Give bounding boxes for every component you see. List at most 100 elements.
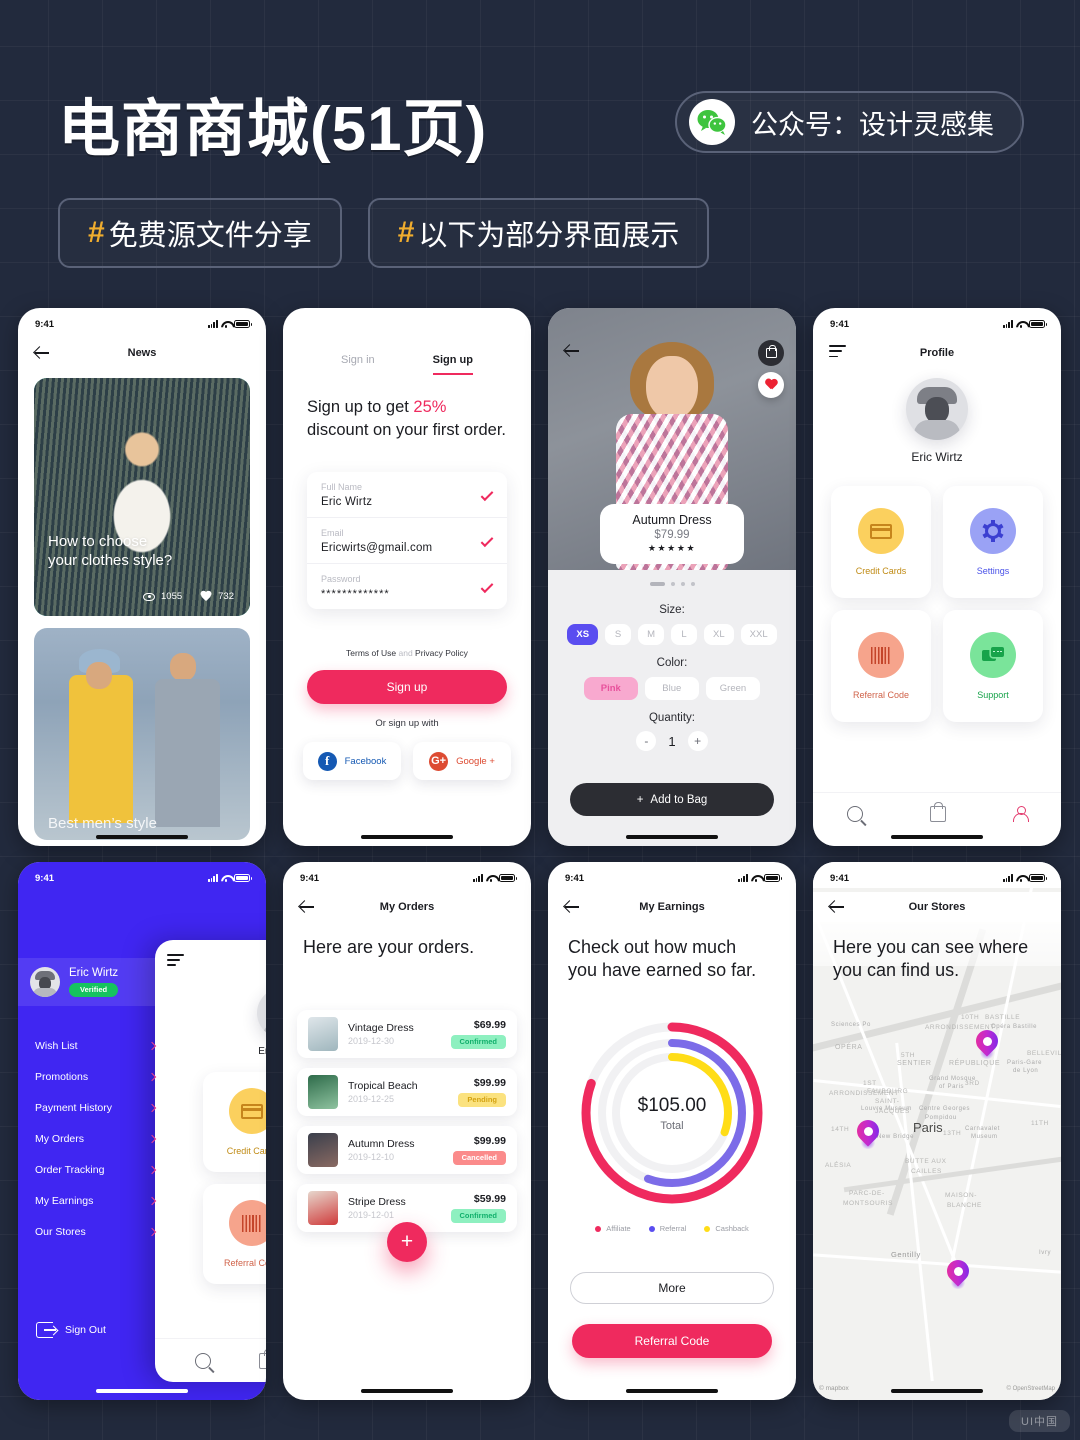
more-button[interactable]: More [570, 1272, 774, 1304]
menu-icon[interactable] [167, 954, 184, 970]
field-full-name[interactable]: Full Name Eric Wirtz [307, 472, 507, 518]
earnings-headline: Check out how much you have earned so fa… [568, 937, 757, 981]
color-chip-blue[interactable]: Blue [644, 677, 699, 700]
chevron-right-icon [147, 1072, 157, 1081]
sidebar-item-our-stores[interactable]: Our Stores [35, 1216, 157, 1247]
table-row[interactable]: Autumn Dress 2019-12-10 $99.99 Cancelled [297, 1126, 517, 1174]
sidebar-item-my-earnings[interactable]: My Earnings [35, 1185, 157, 1216]
bag-button[interactable] [758, 340, 784, 366]
table-row[interactable]: Tropical Beach 2019-12-25 $99.99 Pending [297, 1068, 517, 1116]
search-icon[interactable] [846, 805, 863, 822]
tab-sign-in[interactable]: Sign in [341, 354, 375, 375]
size-chip-xs[interactable]: XS [567, 624, 599, 645]
size-chip-m[interactable]: M [638, 624, 665, 645]
signal-icon [207, 320, 218, 328]
card-label: Referral Code [852, 690, 910, 700]
map-pin[interactable] [942, 1255, 974, 1290]
field-password[interactable]: Password ************* [307, 564, 507, 609]
order-name: Autumn Dress [348, 1138, 415, 1150]
wifi-icon [1016, 874, 1026, 883]
profile-name: Eric Wirtz [911, 450, 963, 464]
field-email[interactable]: Email Ericwirts@gmail.com [307, 518, 507, 564]
user-icon[interactable] [1013, 805, 1030, 822]
battery-icon [234, 320, 252, 328]
tab-sign-up[interactable]: Sign up [432, 354, 473, 375]
sidebar-item-promotions[interactable]: Promotions [35, 1061, 157, 1092]
news-card-1[interactable]: How to choose your clothes style? 1055 7… [34, 378, 250, 616]
map-pin[interactable] [971, 1025, 1003, 1060]
map-label: FAUBOURG [867, 1088, 909, 1095]
signal-icon [737, 874, 748, 882]
color-chip-pink[interactable]: Pink [583, 677, 638, 700]
table-row[interactable]: Vintage Dress 2019-12-30 $69.99 Confirme… [297, 1010, 517, 1058]
color-chip-green[interactable]: Green [705, 677, 761, 700]
back-icon[interactable] [829, 899, 845, 915]
size-label: Size: [659, 604, 685, 616]
peek-name: Eric Wirtz [258, 1046, 266, 1057]
headline-pre: Sign up to get [307, 398, 414, 416]
status-badge: Pending [458, 1092, 506, 1107]
phone-earnings: 9:41 My Earnings Check out how much you … [548, 862, 796, 1400]
add-to-bag-button[interactable]: + Add to Bag [570, 783, 774, 816]
sidebar-item-my-orders[interactable]: My Orders [35, 1123, 157, 1154]
quantity-decrement[interactable]: - [636, 731, 657, 751]
profile-peek[interactable]: Profile Eric Wirtz Credit Cards Referral… [155, 940, 266, 1382]
credit-card-icon [858, 508, 904, 554]
map-pin[interactable] [852, 1115, 884, 1150]
search-icon[interactable] [195, 1352, 211, 1369]
profile-card-credit-cards[interactable]: Credit Cards [831, 486, 931, 598]
bag-icon[interactable] [259, 1348, 266, 1369]
quantity-increment[interactable]: + [687, 731, 708, 751]
size-chip-xl[interactable]: XL [704, 624, 734, 645]
sidebar-item-order-tracking[interactable]: Order Tracking [35, 1154, 157, 1185]
sidebar-item-wish-list[interactable]: Wish List [35, 1030, 157, 1061]
legend-swatch [648, 1225, 655, 1232]
stores-headline: Here you can see where you can find us. [833, 937, 1029, 981]
check-icon [480, 487, 494, 501]
signup-button[interactable]: Sign up [307, 670, 507, 704]
privacy-link[interactable]: Privacy Policy [415, 648, 468, 658]
back-icon[interactable] [34, 345, 50, 361]
status-time: 9:41 [35, 318, 55, 330]
back-icon[interactable] [564, 899, 580, 915]
size-chip-l[interactable]: L [671, 624, 698, 645]
size-chip-xxl[interactable]: XXL [740, 624, 777, 645]
news-card-2[interactable]: Best men’s style [34, 628, 250, 840]
signal-icon [1002, 874, 1013, 882]
menu-icon[interactable] [829, 345, 846, 361]
battery-icon [1029, 874, 1047, 882]
facebook-button[interactable]: f Facebook [303, 742, 401, 780]
sign-out-button[interactable]: Sign Out [36, 1322, 106, 1338]
phone-grid: 9:41 News How to choose your clothes sty… [18, 308, 1061, 1400]
size-chip-s[interactable]: S [605, 624, 632, 645]
order-thumbnail [308, 1191, 338, 1225]
donut-total-value: $105.00 [637, 1094, 707, 1116]
nav-title: My Orders [379, 901, 435, 913]
profile-card-referral-code[interactable]: Referral Code [831, 610, 931, 722]
peek-card-credit-cards[interactable]: Credit Cards [203, 1072, 266, 1172]
order-thumbnail [308, 1075, 338, 1109]
google-button[interactable]: G+ Google + [413, 742, 511, 780]
bag-icon[interactable] [929, 801, 946, 822]
google-label: Google + [456, 755, 495, 767]
terms-link[interactable]: Terms of Use [346, 648, 396, 658]
drawer-user[interactable]: Eric Wirtz Verified [18, 958, 168, 1006]
terms-row: Terms of Use and Privacy Policy [283, 648, 531, 658]
favorite-button[interactable] [758, 372, 784, 398]
status-time: 9:41 [565, 872, 585, 884]
back-icon[interactable] [299, 899, 315, 915]
referral-code-button[interactable]: Referral Code [572, 1324, 772, 1358]
tag-label: 免费源文件分享 [108, 220, 312, 252]
profile-card-support[interactable]: Support [943, 610, 1043, 722]
sidebar-item-payment-history[interactable]: Payment History [35, 1092, 157, 1123]
add-order-button[interactable]: + [387, 1222, 427, 1262]
item-label: My Orders [35, 1132, 85, 1145]
map-label: 14TH [831, 1126, 850, 1133]
back-icon[interactable] [564, 343, 580, 359]
plus-icon: + [636, 793, 644, 806]
carousel-dots[interactable] [548, 582, 796, 586]
product-info-card: Autumn Dress $79.99 ★★★★★ [600, 504, 744, 564]
peek-card-referral-code[interactable]: Referral Code [203, 1184, 266, 1284]
profile-card-settings[interactable]: Settings [943, 486, 1043, 598]
map-label: Ivry [1039, 1250, 1052, 1256]
